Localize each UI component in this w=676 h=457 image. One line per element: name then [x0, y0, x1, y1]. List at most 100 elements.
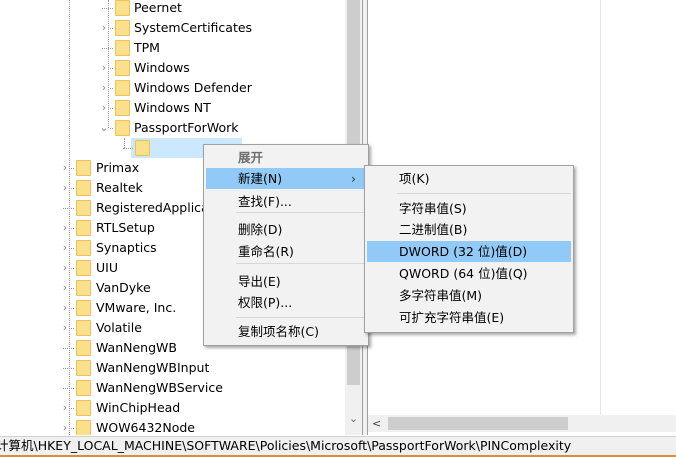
folder-icon — [135, 140, 150, 156]
folder-icon — [76, 320, 91, 336]
expand-chevron-icon[interactable]: › — [99, 78, 109, 98]
menu-item-label: 字符串值(S) — [399, 201, 467, 216]
tree-item-label: VMware, Inc. — [96, 300, 177, 315]
tree-connector — [102, 8, 113, 9]
menu-item-6[interactable]: 权限(P)... — [206, 292, 366, 313]
menu-item-label: 重命名(R) — [238, 244, 294, 259]
tree-item[interactable]: ⌄ PassportForWork — [0, 118, 345, 138]
submenu-item-4[interactable]: QWORD (64 位)值(Q) — [367, 263, 571, 284]
menu-separator — [236, 263, 366, 264]
menu-item-label: DWORD (32 位)值(D) — [399, 244, 528, 259]
menu-item-label: 删除(D) — [238, 222, 283, 237]
tree-item[interactable]: › Windows NT — [0, 98, 345, 118]
folder-icon — [76, 240, 91, 256]
tree-connector — [71, 168, 74, 169]
tree-connector — [110, 68, 113, 69]
collapse-chevron-icon[interactable]: ⌄ — [99, 118, 109, 138]
tree-item-label: Primax — [96, 160, 140, 175]
tree-item-label: WanNengWB — [96, 340, 177, 355]
menu-item-7[interactable]: 复制项名称(C) — [206, 321, 366, 342]
expand-chevron-icon[interactable]: › — [60, 238, 70, 258]
expand-chevron-icon[interactable]: › — [60, 318, 70, 338]
expand-chevron-icon[interactable]: › — [60, 398, 70, 418]
tree-item-label: PassportForWork — [134, 120, 239, 135]
expand-chevron-icon[interactable]: › — [99, 58, 109, 78]
expand-chevron-icon[interactable]: › — [60, 258, 70, 278]
submenu-item-1[interactable]: 字符串值(S) — [367, 198, 571, 219]
tree-item[interactable]: › WinChipHead — [0, 398, 345, 418]
tree-item-label: WOW6432Node — [96, 420, 195, 435]
tree-item-label: Windows NT — [134, 100, 211, 115]
folder-icon — [76, 420, 91, 435]
tree-connector — [110, 128, 113, 129]
tree-connector — [110, 88, 113, 89]
tree-item[interactable]: › WOW6432Node — [0, 418, 345, 435]
tree-item-label: Volatile — [96, 320, 142, 335]
folder-icon — [76, 400, 91, 416]
tree-item-label: Windows Defender — [134, 80, 252, 95]
scroll-left-button[interactable]: < — [372, 415, 381, 432]
expand-chevron-icon[interactable]: › — [99, 18, 109, 38]
folder-icon — [76, 380, 91, 396]
folder-icon — [76, 340, 91, 356]
menu-item-0[interactable]: 展开 — [206, 147, 366, 168]
expand-chevron-icon[interactable]: › — [60, 158, 70, 178]
tree-item[interactable]: Peernet — [0, 0, 345, 18]
menu-item-5[interactable]: 导出(E) — [206, 271, 366, 292]
scroll-down-button[interactable]: ⌄ — [345, 412, 362, 425]
tree-connector — [71, 248, 74, 249]
menu-item-label: QWORD (64 位)值(Q) — [399, 266, 528, 281]
menu-item-1[interactable]: 新建(N) › — [206, 168, 366, 189]
folder-icon — [115, 100, 130, 116]
tree-item-label: UIU — [96, 260, 118, 275]
tree-connector — [63, 368, 74, 369]
tree-item[interactable]: TPM — [0, 38, 345, 58]
tree-item-label: TPM — [134, 40, 160, 55]
tree-item-label: Realtek — [96, 180, 143, 195]
expand-chevron-icon[interactable]: › — [60, 218, 70, 238]
tree-connector — [123, 148, 133, 149]
folder-icon — [115, 40, 130, 56]
expand-chevron-icon[interactable]: › — [60, 298, 70, 318]
tree-item-label: Peernet — [134, 0, 182, 15]
submenu-item-3[interactable]: DWORD (32 位)值(D) — [367, 241, 571, 262]
tree-connector — [63, 348, 74, 349]
folder-icon — [115, 80, 130, 96]
submenu-item-5[interactable]: 多字符串值(M) — [367, 285, 571, 306]
column-divider — [600, 0, 601, 415]
submenu-item-0[interactable]: 项(K) — [367, 168, 571, 189]
folder-icon — [115, 120, 130, 136]
menu-item-label: 复制项名称(C) — [238, 324, 319, 339]
folder-icon — [115, 60, 130, 76]
folder-icon — [76, 180, 91, 196]
tree-item[interactable]: › Windows Defender — [0, 78, 345, 98]
submenu-item-6[interactable]: 可扩充字符串值(E) — [367, 307, 571, 328]
tree-connector — [71, 228, 74, 229]
tree-item-label: WanNengWBInput — [96, 360, 210, 375]
scroll-thumb[interactable] — [388, 417, 568, 430]
new-submenu: 项(K) 字符串值(S) 二进制值(B) DWORD (32 位)值(D) QWORD … — [364, 165, 574, 333]
context-menu: 展开 新建(N) › 查找(F)... 删除(D) 重命名(R) 导出(E) 权限(P)...… — [203, 144, 369, 346]
tree-item[interactable]: WanNengWBInput — [0, 358, 345, 378]
tree-connector — [110, 108, 113, 109]
menu-item-2[interactable]: 查找(F)... — [206, 191, 366, 212]
menu-item-label: 多字符串值(M) — [399, 288, 483, 303]
menu-item-4[interactable]: 重命名(R) — [206, 241, 366, 262]
expand-chevron-icon[interactable]: › — [60, 278, 70, 298]
expand-chevron-icon[interactable]: › — [99, 98, 109, 118]
tree-item-label: SystemCertificates — [134, 20, 253, 35]
tree-item-label: Synaptics — [96, 240, 157, 255]
submenu-arrow-icon: › — [351, 171, 356, 186]
submenu-item-2[interactable]: 二进制值(B) — [367, 219, 571, 240]
menu-item-label: 可扩充字符串值(E) — [399, 310, 505, 325]
expand-chevron-icon[interactable]: › — [60, 178, 70, 198]
menu-item-3[interactable]: 删除(D) — [206, 219, 366, 240]
tree-item[interactable]: › Windows — [0, 58, 345, 78]
values-horizontal-scrollbar[interactable]: < — [368, 415, 676, 432]
tree-item[interactable]: WanNengWBService — [0, 378, 345, 398]
tree-item[interactable]: › SystemCertificates — [0, 18, 345, 38]
folder-icon — [76, 160, 91, 176]
expand-chevron-icon[interactable]: › — [60, 418, 70, 435]
tree-connector — [71, 188, 74, 189]
tree-connector — [71, 328, 74, 329]
